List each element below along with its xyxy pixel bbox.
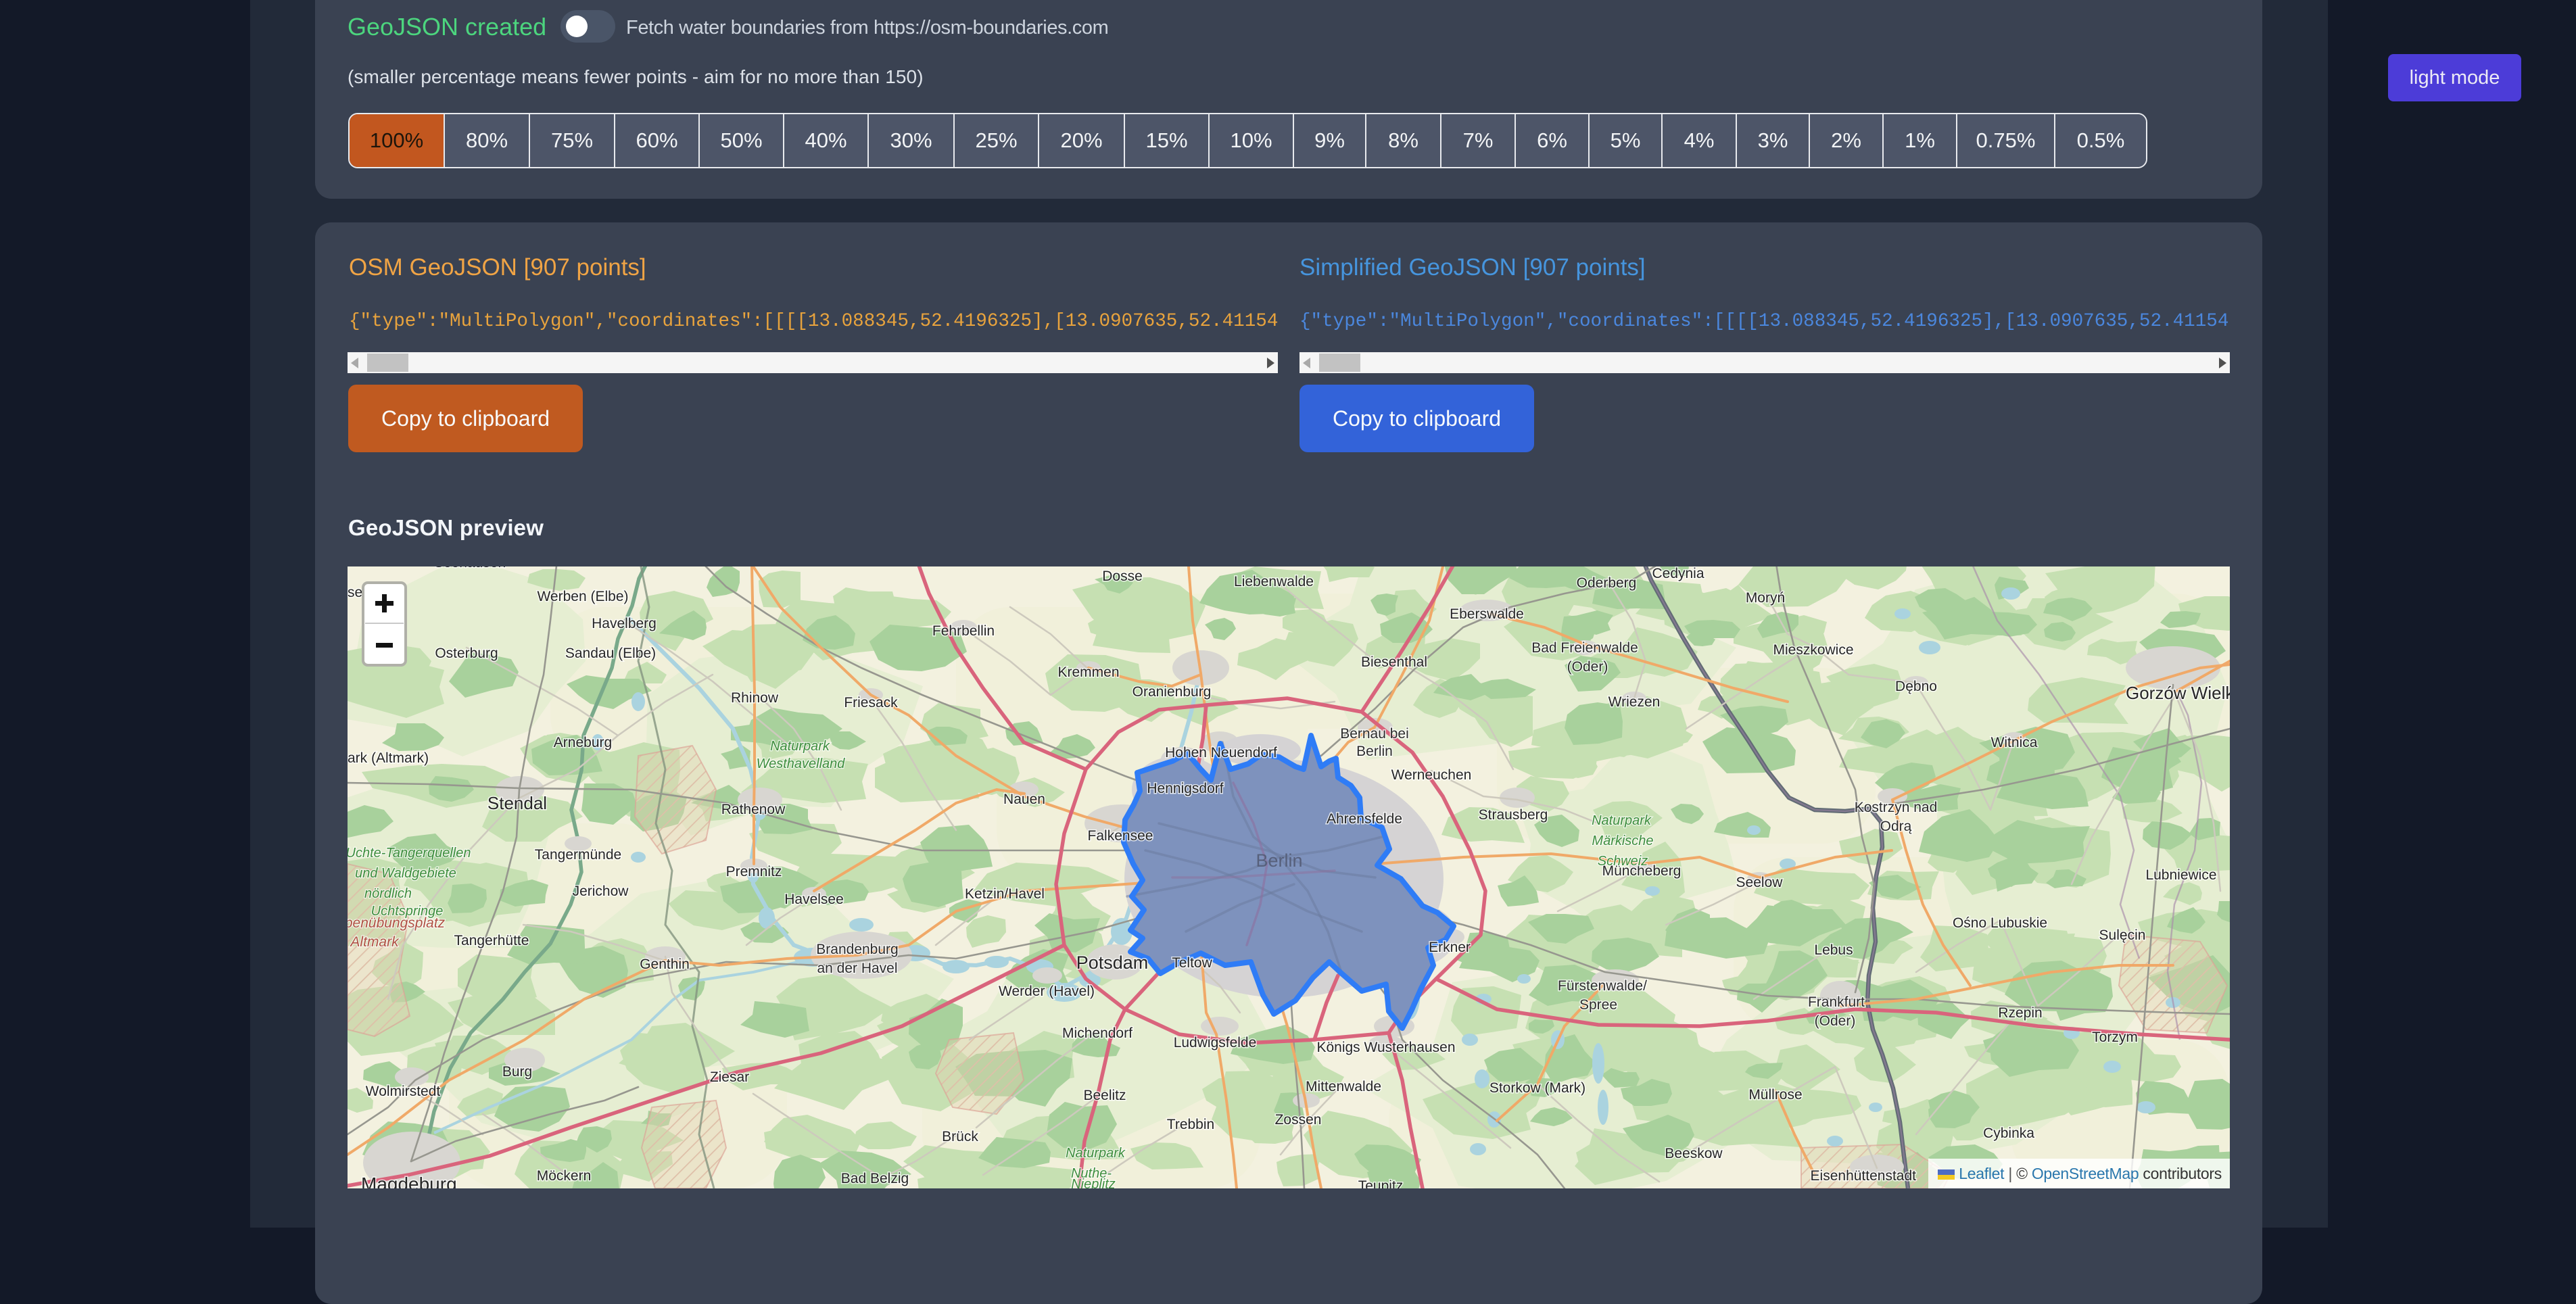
- svg-text:Tangermünde: Tangermünde: [535, 847, 621, 863]
- svg-text:Teltow: Teltow: [1172, 955, 1212, 971]
- svg-text:Wolmirstedt: Wolmirstedt: [366, 1084, 441, 1099]
- svg-text:Oderberg: Oderberg: [1577, 575, 1637, 591]
- svg-text:Spree: Spree: [1579, 997, 1617, 1013]
- svg-text:(Oder): (Oder): [1567, 659, 1608, 675]
- svg-text:Ketzin/Havel: Ketzin/Havel: [965, 886, 1045, 902]
- svg-text:Fehrbellin: Fehrbellin: [932, 623, 995, 639]
- svg-text:Kostrzyn nad: Kostrzyn nad: [1855, 800, 1938, 815]
- svg-text:Friesack: Friesack: [844, 695, 898, 710]
- svg-text:Storkow (Mark): Storkow (Mark): [1489, 1080, 1585, 1096]
- svg-text:Möckern: Möckern: [537, 1168, 592, 1184]
- svg-text:Berlin: Berlin: [1256, 850, 1302, 871]
- svg-text:Cedynia: Cedynia: [1652, 566, 1704, 581]
- svg-text:Schweiz: Schweiz: [1598, 854, 1648, 869]
- svg-text:Hohen Neuendorf: Hohen Neuendorf: [1165, 745, 1277, 760]
- svg-text:Falkensee: Falkensee: [1088, 828, 1153, 844]
- svg-text:Torzym: Torzym: [2092, 1030, 2138, 1045]
- svg-text:Lubniewice: Lubniewice: [2145, 867, 2216, 883]
- svg-text:Nauen: Nauen: [1003, 792, 1045, 807]
- svg-text:Cybinka: Cybinka: [1983, 1126, 2034, 1141]
- svg-text:Müllrose: Müllrose: [1748, 1087, 1802, 1103]
- svg-text:Märkische: Märkische: [1592, 834, 1653, 848]
- svg-text:Odrą: Odrą: [1880, 819, 1912, 834]
- svg-text:Ośno Lubuskie: Ośno Lubuskie: [1953, 915, 2047, 931]
- svg-text:Naturpark: Naturpark: [1592, 813, 1652, 828]
- svg-text:Dębno: Dębno: [1895, 679, 1937, 694]
- svg-text:Michendorf: Michendorf: [1062, 1025, 1132, 1041]
- svg-text:Hennigsdorf: Hennigsdorf: [1147, 781, 1223, 796]
- svg-text:Werben (Elbe): Werben (Elbe): [537, 589, 628, 604]
- svg-text:Berlin: Berlin: [1356, 744, 1393, 759]
- svg-text:(Oder): (Oder): [1815, 1013, 1856, 1029]
- svg-text:an der Havel: an der Havel: [817, 961, 897, 976]
- svg-text:Magdeburg: Magdeburg: [361, 1174, 457, 1188]
- svg-text:Premnitz: Premnitz: [726, 864, 782, 879]
- svg-text:Brück: Brück: [942, 1129, 978, 1144]
- svg-text:Brandenburg: Brandenburg: [816, 942, 898, 957]
- svg-text:Seehausen: Seehausen: [434, 566, 506, 571]
- svg-text:Eberswalde: Eberswalde: [1450, 606, 1524, 622]
- svg-text:Dosse: Dosse: [1102, 569, 1143, 584]
- svg-text:Biesenthal: Biesenthal: [1361, 654, 1427, 670]
- svg-text:Bernau bei: Bernau bei: [1340, 726, 1409, 742]
- svg-text:Seelow: Seelow: [1736, 875, 1784, 890]
- svg-text:Ahrensfelde: Ahrensfelde: [1327, 811, 1402, 827]
- svg-text:penübungsplatz: penübungsplatz: [348, 915, 446, 931]
- svg-text:Havelsee: Havelsee: [784, 892, 844, 907]
- svg-text:Fürstenwalde/: Fürstenwalde/: [1558, 978, 1647, 994]
- svg-text:Teupitz: Teupitz: [1358, 1178, 1404, 1188]
- svg-text:Strausberg: Strausberg: [1479, 807, 1548, 823]
- svg-text:Altmark: Altmark: [349, 934, 400, 950]
- svg-text:Osterburg: Osterburg: [435, 646, 498, 661]
- svg-text:Mieszkowice: Mieszkowice: [1773, 642, 1853, 658]
- svg-text:Rathenow: Rathenow: [721, 802, 786, 817]
- svg-text:Lebus: Lebus: [1814, 942, 1853, 958]
- svg-text:Uchte-Tangerquellen: Uchte-Tangerquellen: [348, 846, 471, 861]
- svg-text:Mittenwalde: Mittenwalde: [1306, 1079, 1381, 1094]
- svg-text:Zossen: Zossen: [1275, 1112, 1322, 1128]
- svg-text:Nieplitz: Nieplitz: [1071, 1177, 1116, 1188]
- svg-text:Werneuchen: Werneuchen: [1391, 767, 1472, 783]
- svg-text:Bad Belzig: Bad Belzig: [841, 1171, 909, 1186]
- svg-text:Königs Wusterhausen: Königs Wusterhausen: [1316, 1040, 1455, 1055]
- svg-text:Moryń: Moryń: [1746, 590, 1785, 606]
- svg-text:Liebenwalde: Liebenwalde: [1234, 574, 1314, 589]
- svg-text:Sandau (Elbe): Sandau (Elbe): [565, 646, 656, 661]
- svg-text:Rzepin: Rzepin: [1998, 1005, 2042, 1021]
- svg-text:Beelitz: Beelitz: [1083, 1088, 1126, 1103]
- svg-text:Beeskow: Beeskow: [1665, 1146, 1723, 1161]
- svg-text:nördlich: nördlich: [364, 886, 412, 901]
- svg-text:Potsdam: Potsdam: [1076, 952, 1149, 973]
- svg-text:Arneburg: Arneburg: [554, 735, 612, 750]
- svg-text:und Waldgebiete: und Waldgebiete: [355, 866, 456, 881]
- svg-text:Sulęcin: Sulęcin: [2099, 927, 2146, 943]
- svg-text:Tangerhütte: Tangerhütte: [454, 933, 529, 948]
- svg-text:Jerichow: Jerichow: [573, 884, 629, 899]
- svg-text:Ziesar: Ziesar: [710, 1069, 749, 1085]
- svg-text:Genthin: Genthin: [640, 957, 690, 972]
- svg-text:Havelberg: Havelberg: [592, 616, 657, 631]
- svg-text:Ludwigsfelde: Ludwigsfelde: [1174, 1035, 1257, 1051]
- svg-text:Naturpark: Naturpark: [770, 739, 830, 754]
- svg-text:Stendal: Stendal: [487, 793, 547, 813]
- svg-text:Erkner: Erkner: [1429, 940, 1471, 955]
- svg-text:ark (Altmark): ark (Altmark): [348, 750, 429, 766]
- svg-text:Eisenhüttenstadt: Eisenhüttenstadt: [1811, 1168, 1917, 1184]
- svg-text:Naturpark: Naturpark: [1066, 1146, 1126, 1161]
- svg-text:Rhinow: Rhinow: [731, 690, 779, 706]
- svg-text:Burg: Burg: [502, 1064, 532, 1080]
- svg-text:Witnica: Witnica: [1991, 735, 2038, 750]
- svg-text:Gorzów Wielkopo: Gorzów Wielkopo: [2126, 683, 2230, 703]
- svg-text:Bad Freienwalde: Bad Freienwalde: [1531, 640, 1638, 656]
- svg-text:Wriezen: Wriezen: [1608, 694, 1661, 710]
- svg-text:Kremmen: Kremmen: [1057, 665, 1119, 680]
- svg-text:Trebbin: Trebbin: [1167, 1117, 1214, 1132]
- svg-text:Frankfurt: Frankfurt: [1808, 994, 1865, 1010]
- svg-text:Werder (Havel): Werder (Havel): [999, 984, 1095, 999]
- svg-text:Oranienburg: Oranienburg: [1132, 684, 1212, 700]
- svg-text:Westhavelland: Westhavelland: [757, 756, 846, 771]
